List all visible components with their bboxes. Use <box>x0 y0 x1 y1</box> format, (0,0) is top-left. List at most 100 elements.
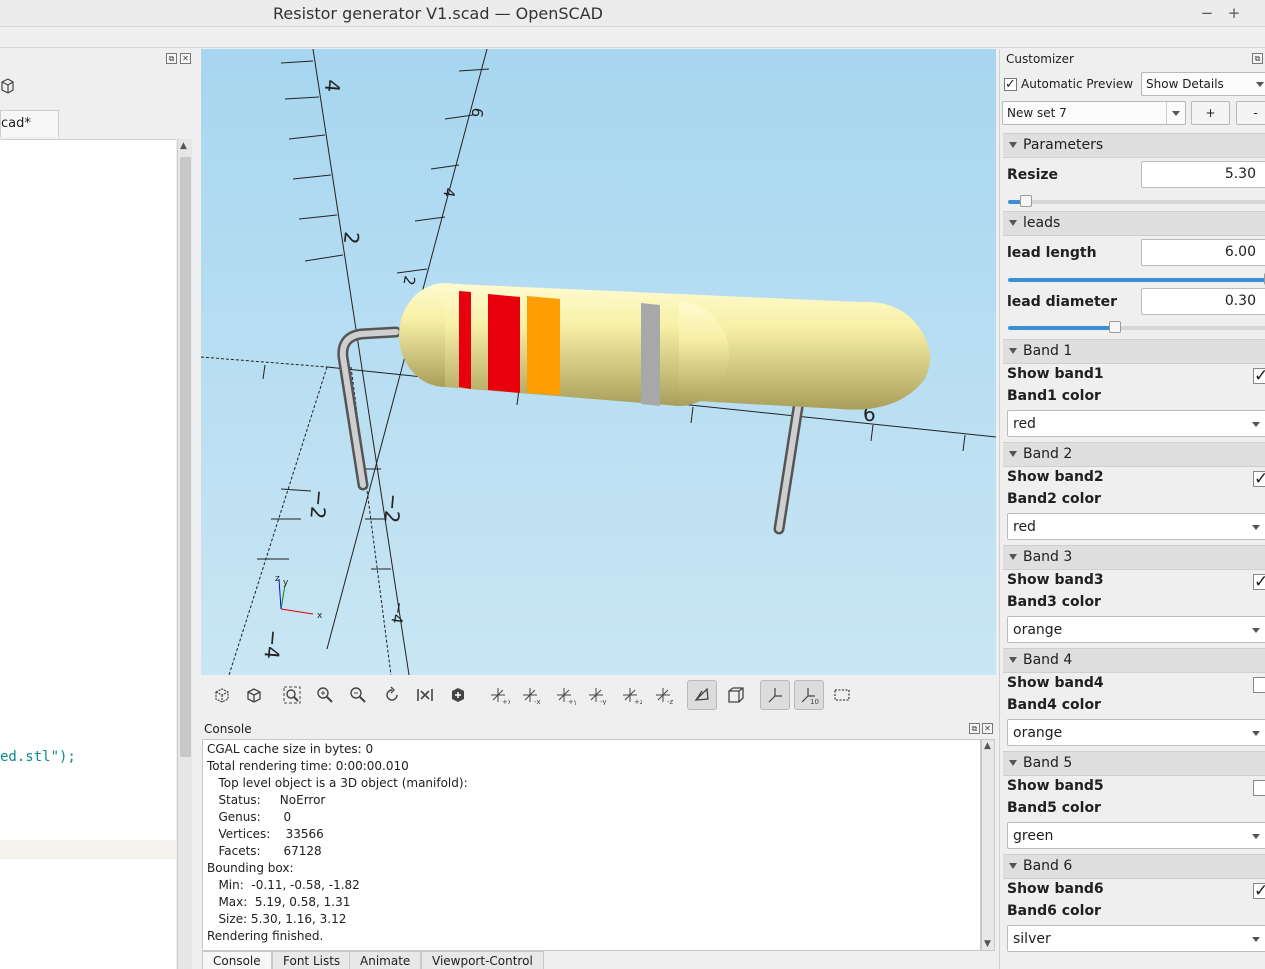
tab-console[interactable]: Console <box>202 951 272 969</box>
section-band-1[interactable]: Band 1 <box>1003 339 1265 364</box>
chevron-down-icon <box>1252 422 1260 427</box>
svg-text:-z: -z <box>667 698 674 705</box>
axis-label: 4 <box>439 186 458 199</box>
console-line: Total rendering time: 0:00:00.010 <box>207 759 409 773</box>
editor-cube-icon[interactable] <box>0 76 14 96</box>
view-bottom-icon[interactable]: -y <box>582 680 612 710</box>
show-band-checkbox[interactable] <box>1253 780 1265 796</box>
show-band-checkbox[interactable]: ✓ <box>1253 883 1265 900</box>
lead-length-slider[interactable] <box>1008 273 1265 285</box>
console-line: Min: -0.11, -0.58, -1.82 <box>207 878 360 892</box>
band-color-select[interactable]: green <box>1007 822 1265 849</box>
chevron-down-icon <box>1252 525 1260 530</box>
crosshair-icon[interactable] <box>443 680 473 710</box>
show-band-label: Show band1 <box>1007 366 1104 382</box>
band-color-value: silver <box>1013 931 1051 947</box>
lead-length-input[interactable]: 6.00 <box>1141 239 1265 266</box>
console-line: CGAL cache size in bytes: 0 <box>207 742 374 756</box>
show-band-checkbox[interactable]: ✓ <box>1253 471 1265 488</box>
show-edges-icon[interactable] <box>827 680 857 710</box>
add-preset-button[interactable]: + <box>1191 101 1230 125</box>
console-close-icon[interactable]: ✕ <box>982 723 993 734</box>
console-float-icon[interactable]: ⧉ <box>969 723 980 734</box>
tab-animate[interactable]: Animate <box>349 951 422 969</box>
3d-viewport[interactable]: 4 6 4 2 2 6 −2 −2 −4 −4 x y z <box>201 49 996 675</box>
chevron-down-icon <box>1256 82 1264 87</box>
resistor-band-2 <box>488 294 520 393</box>
section-band-5[interactable]: Band 5 <box>1003 751 1265 776</box>
show-band-checkbox[interactable]: ✓ <box>1253 574 1265 591</box>
view-center-icon[interactable] <box>410 680 440 710</box>
chevron-down-icon <box>1252 731 1260 736</box>
view-all-icon[interactable] <box>277 680 307 710</box>
viewport-canvas[interactable]: 4 6 4 2 2 6 −2 −2 −4 −4 x y z <box>201 49 996 675</box>
svg-text:+x: +x <box>502 698 510 705</box>
show-axes-icon[interactable] <box>760 680 790 710</box>
orthogonal-icon[interactable] <box>721 680 751 710</box>
zoom-out-icon[interactable] <box>343 680 373 710</box>
editor-scrollbar[interactable]: ▲ <box>177 139 192 969</box>
render-icon[interactable] <box>239 680 269 710</box>
code-editor[interactable] <box>0 139 176 969</box>
band-color-select[interactable]: red <box>1007 513 1265 540</box>
show-band-checkbox[interactable] <box>1253 677 1265 693</box>
customizer-float-icon[interactable]: ⧉ <box>1252 53 1263 64</box>
lead-diameter-slider[interactable] <box>1008 321 1265 333</box>
tab-font-lists[interactable]: Font Lists <box>272 951 352 969</box>
axis-label: 2 <box>339 231 364 246</box>
console-line: Genus: 0 <box>207 810 292 824</box>
svg-text:+z: +z <box>634 698 642 705</box>
view-back-icon[interactable]: -z <box>649 680 679 710</box>
band-color-select[interactable]: red <box>1007 410 1265 437</box>
console-line: Status: NoError <box>207 793 326 807</box>
section-band-3[interactable]: Band 3 <box>1003 545 1265 570</box>
lead-diameter-input[interactable]: 0.30 <box>1141 288 1265 315</box>
editor-float-icon[interactable]: ⧉ <box>166 53 177 64</box>
show-band-label: Show band6 <box>1007 881 1104 897</box>
editor-scrollbar-thumb[interactable] <box>180 157 191 757</box>
section-leads[interactable]: leads <box>1003 211 1265 236</box>
tab-viewport-control[interactable]: Viewport-Control <box>421 951 544 969</box>
band-color-label: Band1 color <box>1007 388 1101 404</box>
reset-view-icon[interactable] <box>377 680 407 710</box>
collapse-icon <box>1009 451 1017 457</box>
editor-panel: ⧉ ✕ cad* ed.stl"); ▲ <box>0 48 196 969</box>
show-band-checkbox[interactable]: ✓ <box>1253 368 1265 385</box>
view-top-icon[interactable]: +y <box>550 680 580 710</box>
console-scrollbar[interactable]: ▲ ▼ <box>981 739 995 951</box>
axis-label: −2 <box>305 489 331 520</box>
editor-close-icon[interactable]: ✕ <box>180 53 191 64</box>
axis-label: −2 <box>379 493 405 524</box>
editor-tab[interactable]: cad* <box>0 110 59 137</box>
section-parameters[interactable]: Parameters <box>1003 133 1265 158</box>
band-color-select[interactable]: silver <box>1007 925 1265 952</box>
remove-preset-button[interactable]: - <box>1236 101 1265 125</box>
maximize-button[interactable]: + <box>1224 3 1244 23</box>
perspective-icon[interactable] <box>687 680 717 710</box>
show-band-label: Show band5 <box>1007 778 1104 794</box>
show-details-select[interactable]: Show Details <box>1141 72 1265 96</box>
slider-handle[interactable] <box>1020 195 1033 207</box>
resize-slider[interactable] <box>1008 195 1265 207</box>
resistor-band-1 <box>459 291 471 389</box>
section-band-6[interactable]: Band 6 <box>1003 854 1265 879</box>
slider-handle[interactable] <box>1109 321 1122 333</box>
preview-icon[interactable] <box>207 680 237 710</box>
show-band-label: Show band4 <box>1007 675 1104 691</box>
show-scale-icon[interactable]: 10 <box>794 680 824 710</box>
minimize-button[interactable]: − <box>1197 3 1217 23</box>
resize-input[interactable]: 5.30 <box>1141 161 1265 188</box>
preset-select[interactable]: New set 7 <box>1002 101 1186 125</box>
collapse-icon <box>1009 554 1017 560</box>
section-band-4[interactable]: Band 4 <box>1003 648 1265 673</box>
section-band-2[interactable]: Band 2 <box>1003 442 1265 467</box>
view-right-icon[interactable]: +x <box>484 680 514 710</box>
view-front-icon[interactable]: +z <box>616 680 646 710</box>
band-color-select[interactable]: orange <box>1007 719 1265 746</box>
automatic-preview-checkbox[interactable]: ✓ <box>1004 78 1017 91</box>
section-label: Parameters <box>1023 137 1104 153</box>
band-color-select[interactable]: orange <box>1007 616 1265 643</box>
zoom-in-icon[interactable] <box>310 680 340 710</box>
view-left-icon[interactable]: -x <box>516 680 546 710</box>
console-output[interactable]: CGAL cache size in bytes: 0 Total renderi… <box>202 739 981 951</box>
